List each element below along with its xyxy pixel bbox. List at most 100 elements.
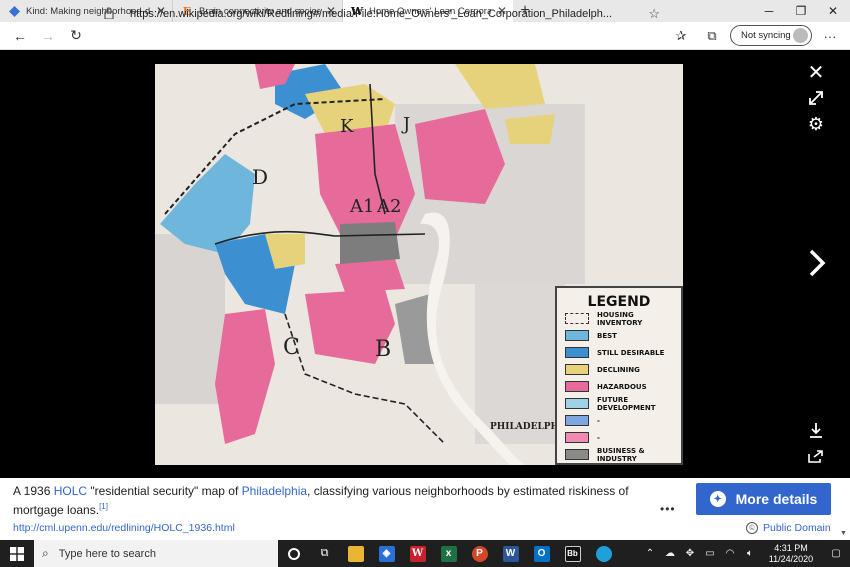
dropbox-icon[interactable]: ✥ [680,548,700,559]
fullscreen-icon[interactable] [804,86,828,110]
profile-button[interactable]: Not syncing [730,25,812,46]
bibtex-app-icon[interactable]: Bb [557,540,588,567]
media-caption-panel: A 1936 HOLC "residential security" map o… [0,478,850,540]
legend-swatch [565,381,589,392]
url-text: https://en.wikipedia.org/wiki/Redlining#… [130,8,613,20]
legend-swatch [565,432,589,443]
favorite-star-icon[interactable]: ☆ [648,6,660,22]
license-label: Public Domain [763,522,831,534]
volume-icon[interactable]: 🔈︎ [740,548,760,559]
windows-logo-icon [10,546,24,561]
public-domain-icon: © [746,522,758,534]
legend-label: - [597,433,600,442]
close-viewer-icon[interactable]: ✕ [804,60,828,84]
area-label-a2: A2 [376,196,401,217]
cortana-icon[interactable] [278,540,309,567]
diamond-icon [8,5,20,17]
taskbar-search[interactable]: ⌕ Type here to search [34,540,278,567]
search-icon: ⌕ [42,546,49,560]
legend-swatch [565,364,589,375]
media-viewer: K J D A1 A2 C B PHILADELPHIA CAMDEN LEGE… [0,50,850,478]
philadelphia-link[interactable]: Philadelphia [242,484,307,498]
windows-taskbar: ⌕ Type here to search ⧉ ◈ W x P W O Bb ⌃… [0,540,850,567]
legend-label: HOUSING INVENTORY [597,310,643,327]
legend-row: BUSINESS & INDUSTRY [557,446,681,463]
wps-writer-icon[interactable]: W [402,540,433,567]
commons-icon: ✦ [709,491,726,507]
legend-label: HAZARDOUS [597,382,647,391]
back-icon[interactable]: ← [6,22,34,50]
download-icon[interactable] [804,418,828,442]
source-url-link[interactable]: http://cml.upenn.edu/redlining/HOLC_1936… [13,522,235,534]
caption-text: "residential security" map of [87,484,242,498]
task-view-icon[interactable]: ⧉ [309,540,340,567]
restore-icon[interactable]: ❐ [784,0,818,22]
show-hidden-icons-icon[interactable]: ⌃ [640,548,660,559]
clock-date: 11/24/2020 [768,553,814,564]
system-tray: ⌃ ☁ ✥ ▭ ◠ 🔈︎ 4:31 PM 11/24/2020 ▢ [640,540,850,567]
legend-row: HAZARDOUS [557,378,681,395]
holc-map-image: K J D A1 A2 C B PHILADELPHIA CAMDEN LEGE… [155,64,683,465]
area-label-k: K [340,116,354,137]
legend-row: BEST [557,327,681,344]
area-label-j: J [401,114,410,135]
wifi-icon[interactable]: ◠ [720,548,740,559]
search-placeholder: Type here to search [58,547,156,560]
scroll-down-arrow[interactable]: ▼ [840,530,847,537]
legend-label: FUTURE DEVELOPMENT [597,395,656,412]
area-label-c: C [283,335,300,360]
citation-link[interactable]: [1] [99,502,108,511]
avatar [793,28,808,43]
holc-link[interactable]: HOLC [54,484,87,498]
edge-icon[interactable] [588,540,619,567]
legend-row: - [557,429,681,446]
minimize-icon[interactable]: ─ [752,0,786,22]
battery-icon[interactable]: ▭ [700,548,720,559]
next-image-icon[interactable] [802,248,832,278]
legend-label: DECLINING [597,365,640,374]
legend-swatch [565,449,589,460]
legend-row: FUTURE DEVELOPMENT [557,395,681,412]
settings-menu-icon[interactable]: ··· [817,22,843,50]
share-icon[interactable] [804,444,828,468]
caption-text: A 1936 [13,484,54,498]
legend-row: DECLINING [557,361,681,378]
legend-swatch [565,398,589,409]
store-icon[interactable]: ◈ [371,540,402,567]
license-link[interactable]: © Public Domain [746,522,831,534]
onedrive-icon[interactable]: ☁ [660,548,680,559]
legend-label: STILL DESIRABLE [597,348,665,357]
lock-icon [104,6,122,22]
clock-time: 4:31 PM [774,542,808,553]
forward-icon[interactable]: → [34,22,62,50]
word-icon[interactable]: W [495,540,526,567]
legend-swatch [565,313,589,324]
legend-row: HOUSING INVENTORY [557,310,681,327]
more-options-icon[interactable]: ••• [660,502,676,516]
area-label-d: D [252,165,268,189]
favorites-icon[interactable]: ✰ [668,22,694,50]
legend-title: LEGEND [587,294,651,310]
notifications-icon[interactable]: ▢ [822,548,850,559]
system-clock[interactable]: 4:31 PM 11/24/2020 [760,543,822,565]
refresh-icon[interactable]: ↻ [62,22,90,50]
outlook-icon[interactable]: O [526,540,557,567]
legend-swatch [565,330,589,341]
legend-row: STILL DESIRABLE [557,344,681,361]
start-button[interactable] [0,540,34,567]
file-explorer-icon[interactable] [340,540,371,567]
legend-swatch [565,415,589,426]
excel-icon[interactable]: x [433,540,464,567]
more-details-button[interactable]: ✦ More details [696,483,831,515]
area-label-b: B [375,337,391,362]
map-legend: LEGEND HOUSING INVENTORY BEST STILL DESI… [555,286,683,465]
powerpoint-icon[interactable]: P [464,540,495,567]
url-field[interactable]: https://en.wikipedia.org/wiki/Redlining#… [104,3,660,25]
legend-label: BUSINESS & INDUSTRY [597,446,645,463]
more-details-label: More details [735,491,818,507]
collections-icon[interactable]: ⧉ [699,22,725,50]
area-label-a1: A1 [349,196,374,217]
gear-icon[interactable]: ⚙ [804,112,828,136]
close-window-icon[interactable]: ✕ [816,0,850,22]
legend-row: - [557,412,681,429]
